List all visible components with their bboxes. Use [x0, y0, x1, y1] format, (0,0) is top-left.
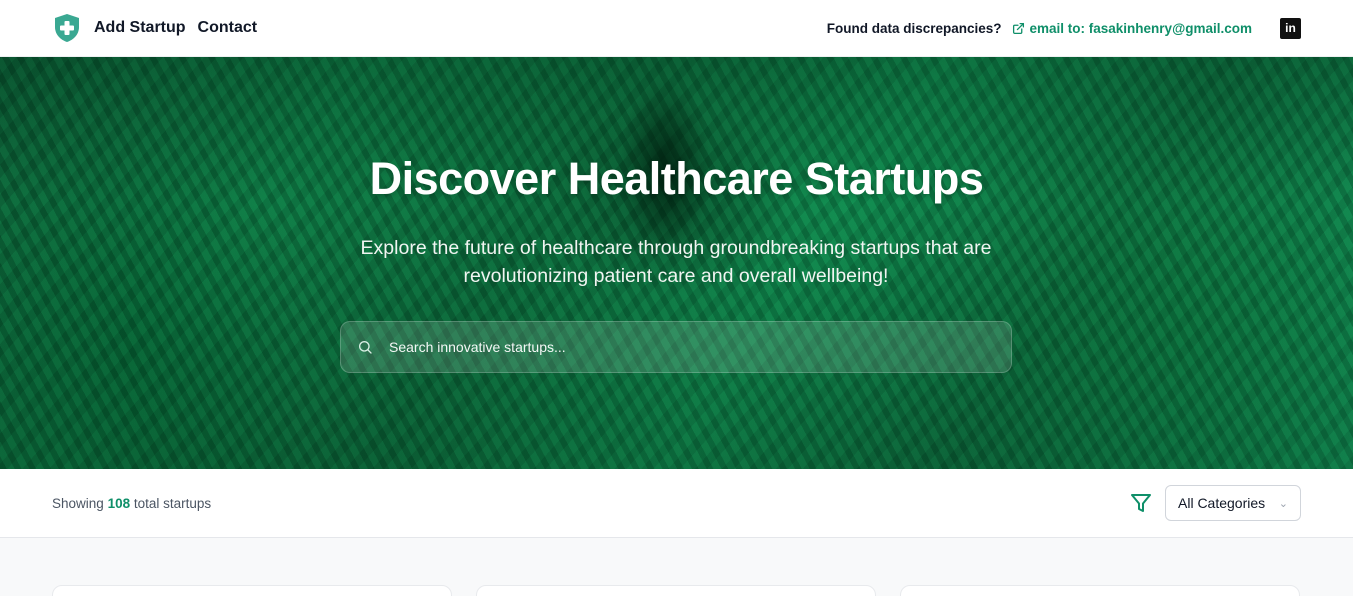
discrepancy-label: Found data discrepancies? — [826, 20, 1002, 36]
email-link[interactable]: email to: fasakinhenry@gmail.com — [1012, 21, 1252, 36]
search-bar[interactable] — [340, 321, 1012, 373]
nav-add-startup[interactable]: Add Startup — [94, 19, 186, 37]
startup-card[interactable] — [52, 585, 452, 596]
results-filter-bar: Showing 108 total startups All Categorie… — [0, 469, 1353, 538]
search-icon — [359, 341, 372, 354]
hero-subtitle: Explore the future of healthcare through… — [360, 237, 992, 287]
shield-plus-logo-icon[interactable] — [52, 12, 82, 44]
filter-funnel-icon[interactable] — [1129, 491, 1153, 515]
category-select[interactable]: All Categories ⌄ — [1165, 485, 1301, 521]
hero-title: Discover Healthcare Startups — [369, 153, 984, 204]
startup-card[interactable] — [476, 585, 876, 596]
chevron-down-icon: ⌄ — [1278, 497, 1288, 510]
email-link-label: email to: fasakinhenry@gmail.com — [1029, 20, 1252, 36]
showing-suffix: total startups — [133, 495, 212, 511]
search-input[interactable] — [389, 339, 989, 355]
startup-card[interactable] — [900, 585, 1300, 596]
startup-count: 108 — [107, 495, 131, 511]
hero-section: Discover Healthcare Startups Explore the… — [0, 57, 1353, 469]
category-select-value: All Categories — [1178, 495, 1266, 511]
results-count: Showing 108 total startups — [52, 496, 211, 511]
top-navbar: Add Startup Contact Found data discrepan… — [0, 0, 1353, 57]
external-link-icon — [1012, 22, 1024, 34]
linkedin-icon[interactable]: in — [1280, 17, 1301, 39]
nav-contact[interactable]: Contact — [198, 19, 258, 37]
showing-prefix: Showing — [52, 495, 104, 511]
